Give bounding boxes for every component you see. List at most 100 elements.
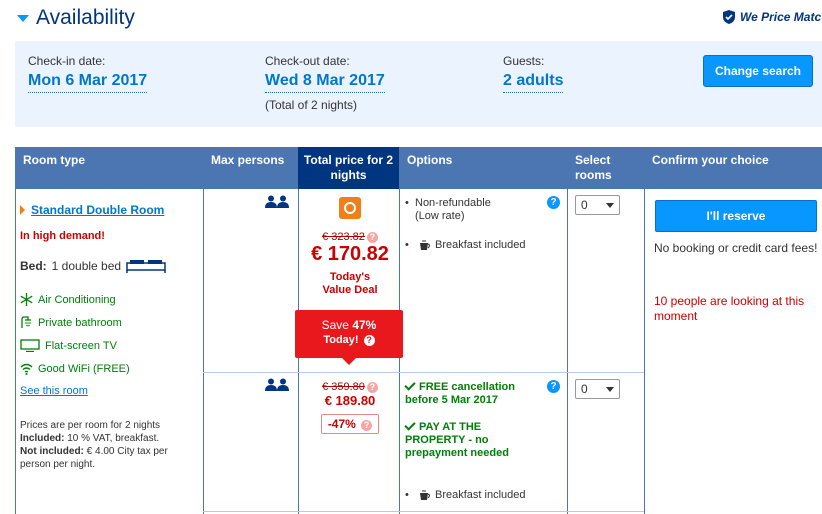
reserve-button[interactable]: I'll reserve: [655, 200, 817, 232]
value-deal-label: Today's Value Deal: [322, 271, 378, 296]
max-persons-2: [265, 378, 289, 391]
room-name-link[interactable]: Standard Double Room: [31, 203, 164, 217]
save-percent: 47%: [352, 318, 377, 332]
check-icon: [404, 419, 416, 431]
included-value: 10 % VAT, breakfast.: [67, 433, 160, 444]
option-label: Breakfast included: [435, 239, 526, 251]
bed-value: 1 double bed: [51, 259, 122, 273]
save-today: Today!: [323, 334, 359, 346]
tv-icon: [20, 339, 40, 352]
checkout-label: Check-out date:: [265, 54, 350, 68]
coffee-cup-icon: [420, 490, 430, 500]
discount-help-icon[interactable]: ?: [361, 420, 373, 431]
row-divider: [203, 511, 644, 512]
option-breakfast: • Breakfast included: [405, 489, 526, 501]
prices-note-line: Prices are per room for 2 nights: [20, 420, 161, 431]
price-help-icon[interactable]: ?: [366, 382, 378, 393]
original-price: € 323.82: [322, 231, 365, 243]
checkout-value[interactable]: Wed 8 Mar 2017: [265, 72, 385, 93]
availability-header: Availability We Price Matc: [0, 0, 822, 40]
search-summary: Check-in date: Mon 6 Mar 2017 Check-out …: [15, 41, 822, 127]
double-bed-icon: [126, 260, 166, 273]
guests-label: Guests:: [503, 54, 545, 68]
header-options: Options: [399, 147, 567, 189]
facility-air-conditioning: Air Conditioning: [20, 293, 116, 306]
total-nights: (Total of 2 nights): [265, 98, 358, 112]
shower-icon: [21, 316, 31, 328]
checkout-field: Check-out date: Wed 8 Mar 2017 (Total of…: [265, 54, 385, 112]
header-confirm: Confirm your choice: [644, 147, 822, 189]
chevron-down-icon: [606, 387, 614, 392]
room-arrow-icon: [20, 205, 25, 215]
header-total-price: Total price for 2 nights: [298, 147, 399, 189]
header-max-persons: Max persons: [203, 147, 298, 189]
select-rooms-dropdown[interactable]: 0: [575, 379, 620, 399]
facility-label: Air Conditioning: [38, 293, 116, 306]
offer-2-price: € 359.80? € 189.80 -47% ?: [305, 379, 395, 434]
option-pay-at-property: PAY AT THE PROPERTY - no prepayment need…: [404, 419, 520, 460]
column-divider: [644, 189, 645, 514]
options-help-icon[interactable]: ?: [547, 196, 560, 209]
page-title: Availability: [36, 6, 135, 29]
option-label: Non-refundable: [415, 197, 491, 209]
guests-value[interactable]: 2 adults: [503, 72, 564, 93]
facility-flat-screen-tv: Flat-screen TV: [20, 339, 117, 352]
checkin-field: Check-in date: Mon 6 Mar 2017: [28, 54, 148, 93]
max-persons-2: [265, 195, 289, 208]
column-divider: [15, 189, 16, 514]
bed-label: Bed:: [20, 259, 47, 273]
facility-private-bathroom: Private bathroom: [20, 316, 122, 329]
high-demand-label: In high demand!: [20, 230, 105, 242]
column-divider: [567, 189, 568, 514]
price-match-label: We Price Matc: [740, 10, 822, 24]
check-icon: [404, 379, 416, 391]
select-value: 0: [581, 382, 588, 396]
select-value: 0: [581, 198, 588, 212]
current-price: € 170.82: [311, 243, 389, 265]
option-label: PAY AT THE PROPERTY - no prepayment need…: [405, 421, 509, 459]
facility-label: Private bathroom: [38, 316, 122, 329]
original-price: € 359.80: [322, 381, 365, 393]
change-search-button[interactable]: Change search: [703, 55, 813, 87]
option-label: Breakfast included: [435, 489, 526, 501]
checkin-value[interactable]: Mon 6 Mar 2017: [28, 72, 148, 93]
select-rooms-dropdown[interactable]: 0: [575, 195, 620, 215]
bed-info: Bed: 1 double bed: [20, 259, 166, 273]
coffee-cup-icon: [420, 240, 430, 250]
included-label: Included:: [20, 433, 65, 444]
header-room-type: Room type: [15, 147, 203, 189]
save-prefix: Save: [321, 318, 349, 332]
collapse-triangle-icon[interactable]: [17, 15, 29, 22]
facility-label: Flat-screen TV: [45, 339, 117, 352]
facility-label: Good WiFi (FREE): [38, 362, 130, 375]
prices-note: Prices are per room for 2 nights Include…: [20, 419, 200, 471]
people-looking-note: 10 people are looking at this moment: [654, 294, 805, 323]
guests-field: Guests: 2 adults: [503, 54, 564, 93]
row-divider: [203, 372, 644, 373]
price-help-icon[interactable]: ?: [366, 232, 378, 243]
option-breakfast: • Breakfast included: [405, 239, 526, 251]
not-included-label: Not included:: [20, 446, 84, 457]
discount-value: -47%: [327, 417, 356, 431]
header-select-rooms: Select rooms: [567, 147, 644, 189]
see-this-room-link[interactable]: See this room: [20, 385, 88, 397]
no-fees-note: No booking or credit card fees!: [654, 241, 818, 255]
checkin-label: Check-in date:: [28, 54, 106, 68]
two-persons-icon: [265, 378, 289, 391]
offer-1-price: € 323.82? € 170.82 Today's Value Deal: [305, 197, 395, 297]
column-divider: [203, 189, 204, 514]
options-help-icon[interactable]: ?: [547, 380, 560, 393]
current-price: € 189.80: [324, 393, 376, 408]
price-match-badge[interactable]: We Price Matc: [722, 10, 821, 24]
wifi-icon: [20, 363, 33, 375]
thumbs-up-icon: [723, 10, 735, 24]
save-help-icon[interactable]: ?: [363, 335, 375, 346]
value-deal-icon: [339, 197, 361, 219]
facility-wifi: Good WiFi (FREE): [20, 362, 130, 375]
option-label: FREE cancellation before 5 Mar 2017: [405, 381, 515, 406]
option-free-cancellation: FREE cancellation before 5 Mar 2017: [404, 379, 530, 407]
two-persons-icon: [265, 195, 289, 208]
option-non-refundable: • Non-refundable (Low rate): [405, 197, 491, 222]
option-sublabel: (Low rate): [415, 210, 465, 222]
discount-badge: -47% ?: [320, 414, 380, 434]
